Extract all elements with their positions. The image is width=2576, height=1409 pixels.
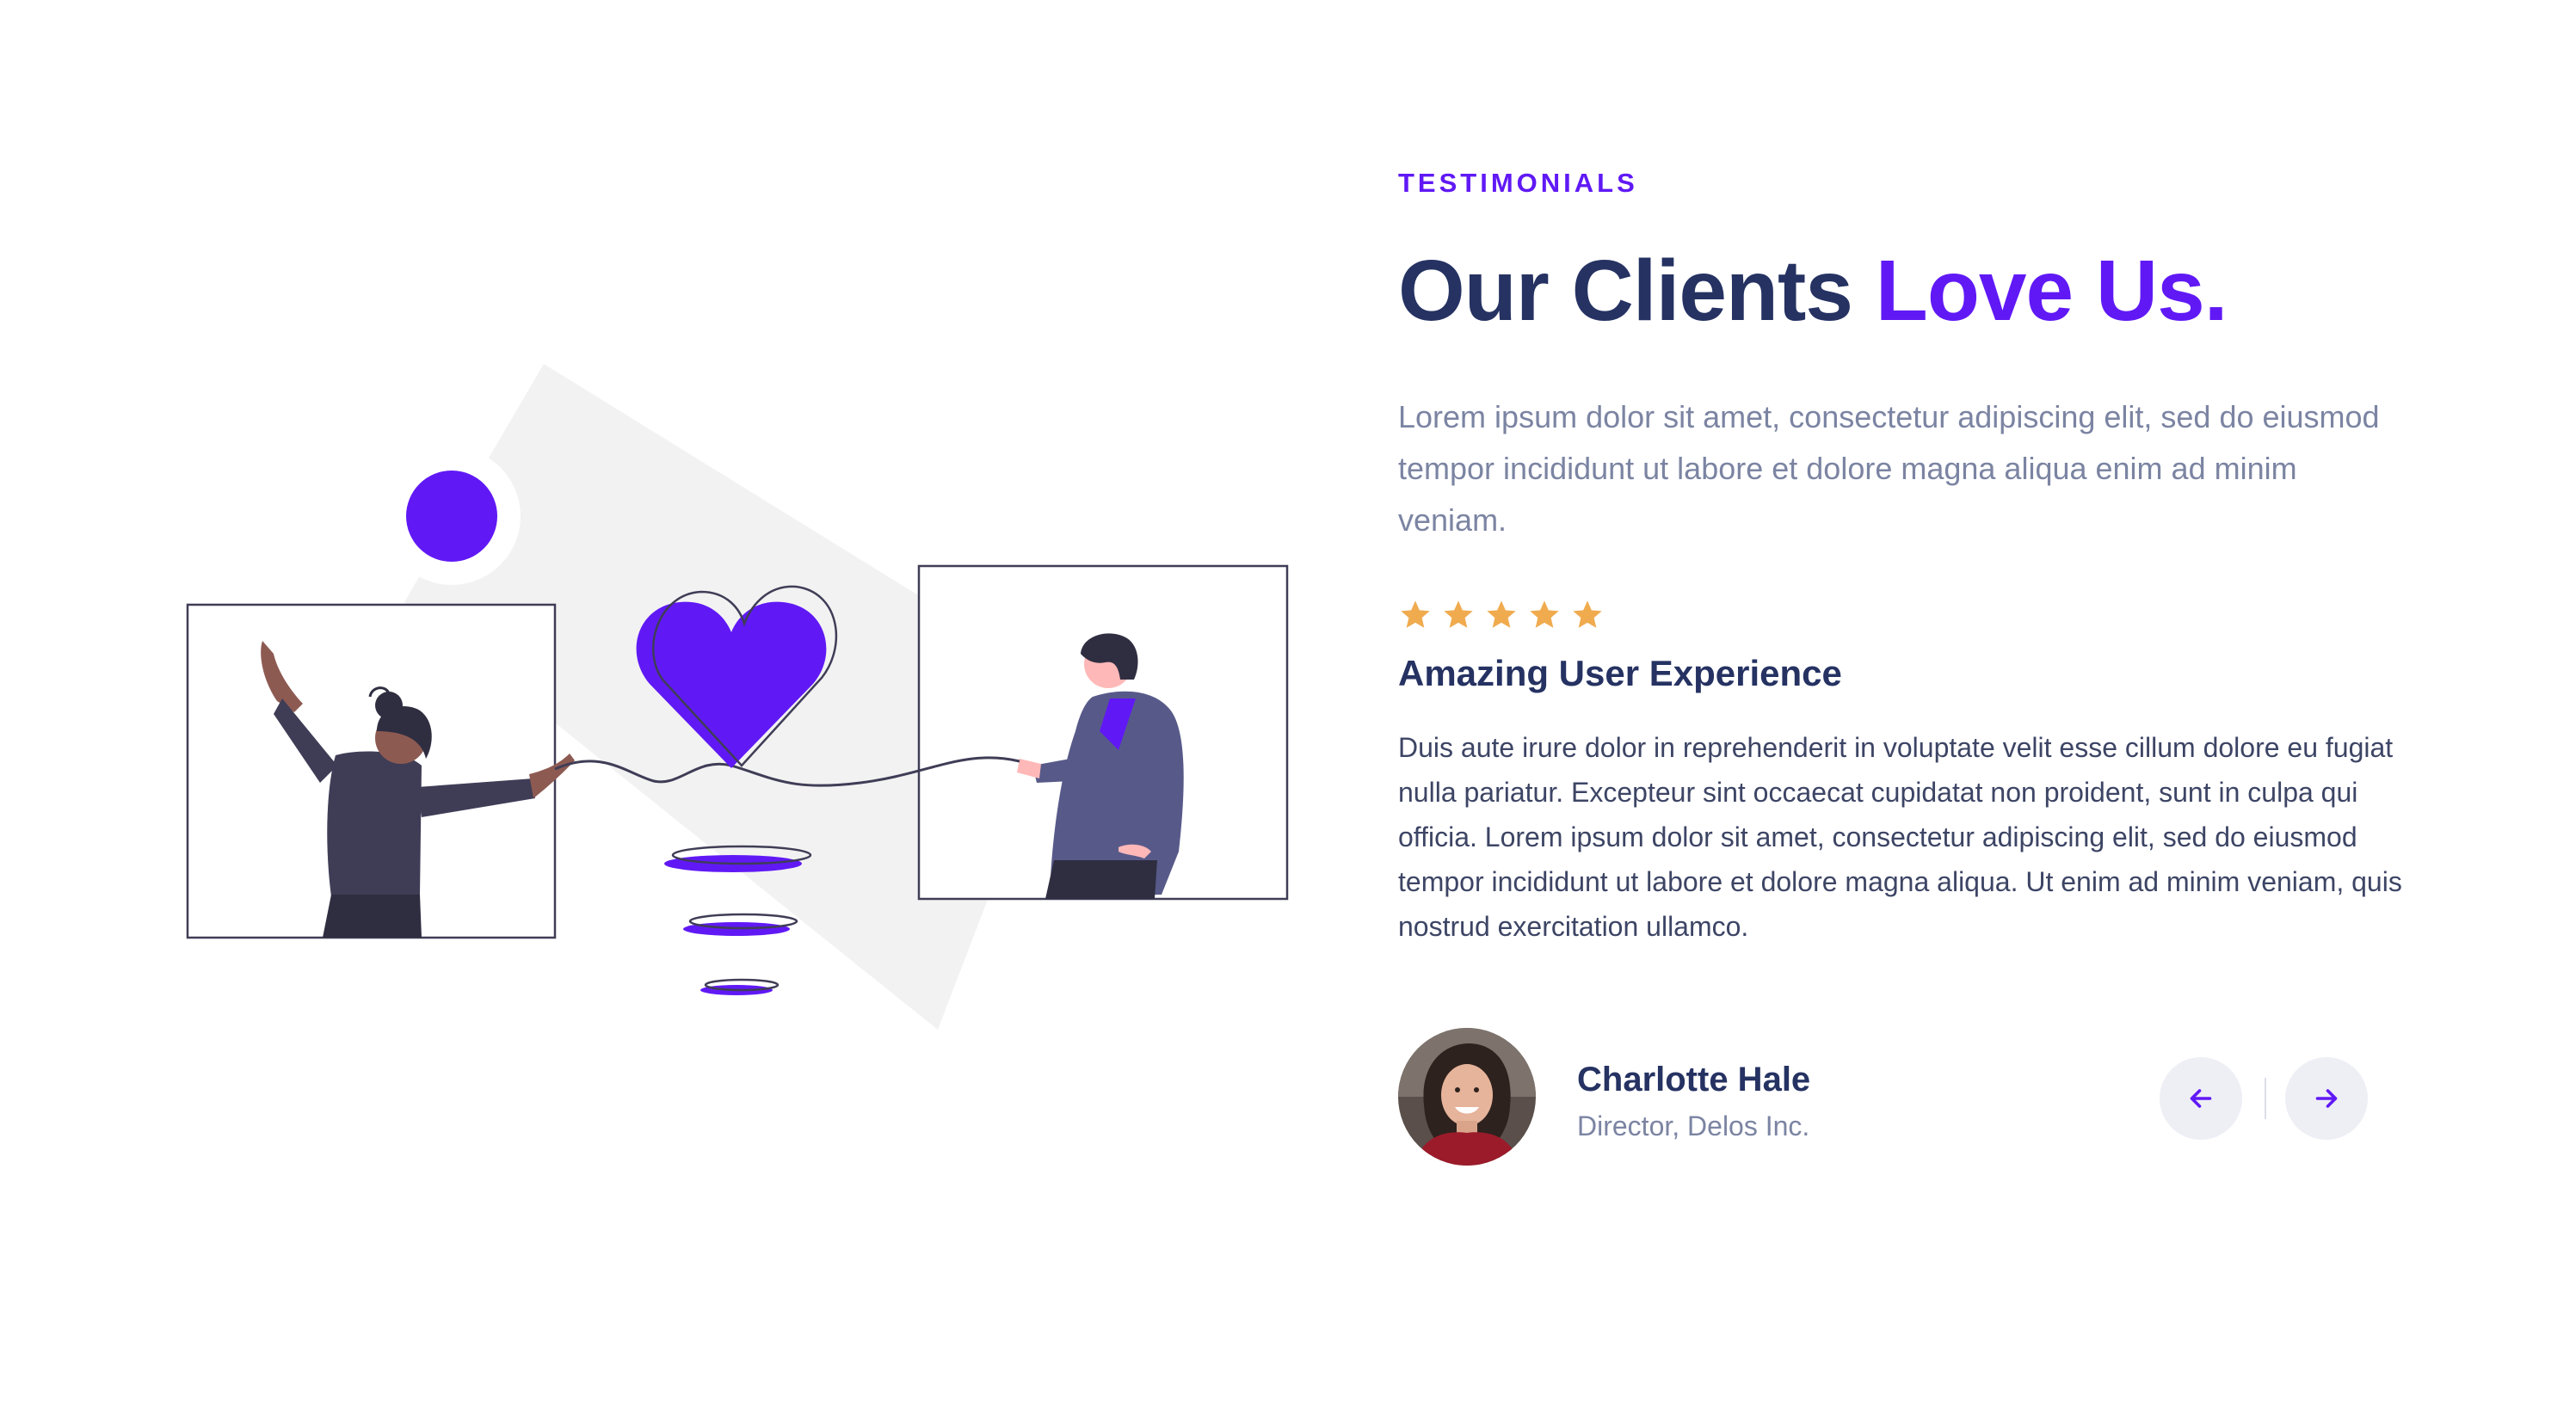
arrow-left-icon: [2190, 1089, 2212, 1108]
arrow-right-icon: [2315, 1089, 2338, 1108]
rating-stars: [1398, 598, 2431, 636]
author-name: Charlotte Hale: [1577, 1061, 1811, 1098]
author-role: Director, Delos Inc.: [1577, 1111, 1810, 1141]
author-block: Charlotte Hale Director, Delos Inc.: [1398, 1028, 2431, 1166]
star-icon: [1487, 600, 1516, 628]
section-headline: Our Clients Love Us.: [1398, 243, 2431, 338]
nav-divider: [2265, 1078, 2266, 1119]
headline-accent: Love Us.: [1875, 243, 2228, 339]
star-icon: [1573, 600, 1602, 628]
star-icon: [1530, 600, 1559, 628]
avatar-photo: [1398, 1028, 1536, 1166]
headline-main: Our Clients: [1398, 243, 1876, 339]
star-icon: [1444, 600, 1473, 628]
next-testimonial-button[interactable]: [2285, 1057, 2368, 1140]
section-intro: Lorem ipsum dolor sit amet, consectetur …: [1398, 399, 2380, 538]
love-connection-illustration: [186, 364, 1289, 1030]
star-icon: [1401, 600, 1430, 628]
previous-testimonial-button[interactable]: [2160, 1057, 2242, 1140]
review-body: Duis aute irure dolor in reprehenderit i…: [1398, 732, 2402, 942]
review-title: Amazing User Experience: [1398, 653, 1842, 693]
avatar: [1398, 1028, 1536, 1166]
purple-circle: [406, 471, 497, 562]
testimonial-illustration: [0, 0, 1342, 1409]
section-eyebrow: TESTIMONIALS: [1398, 168, 1638, 198]
testimonials-content: TESTIMONIALS Our Clients Love Us. Lorem …: [1398, 168, 2431, 1166]
